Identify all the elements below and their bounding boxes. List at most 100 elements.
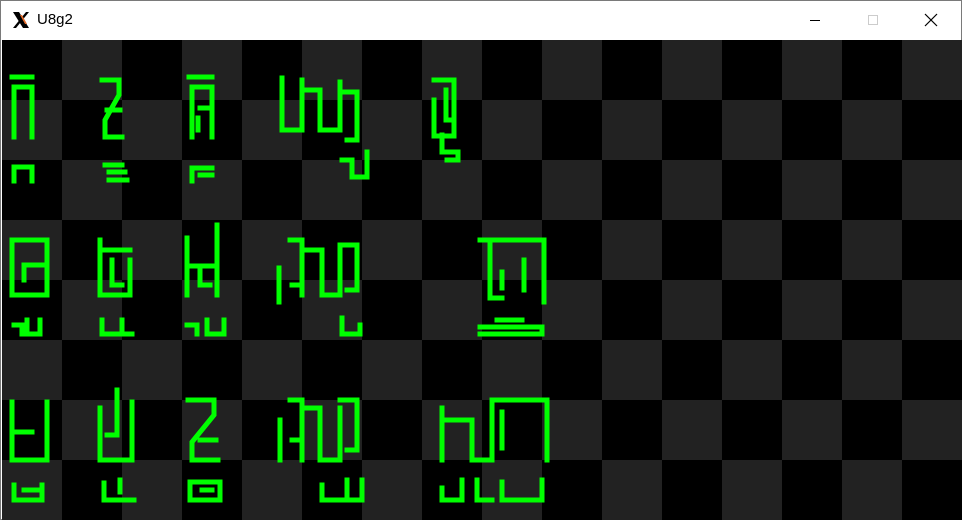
checker-cell xyxy=(242,280,302,340)
checker-cell xyxy=(542,40,602,100)
checker-cell xyxy=(602,280,662,340)
checker-cell xyxy=(842,340,902,400)
checker-cell xyxy=(722,280,782,340)
checker-cell xyxy=(842,160,902,220)
checker-cell xyxy=(482,460,542,520)
checker-cell xyxy=(542,280,602,340)
checker-cell xyxy=(542,160,602,220)
minimize-button[interactable] xyxy=(792,1,838,39)
x-logo-icon xyxy=(13,12,29,28)
checker-cell xyxy=(902,100,962,160)
checker-cell xyxy=(62,400,122,460)
checker-cell xyxy=(722,400,782,460)
checker-cell xyxy=(602,100,662,160)
checker-cell xyxy=(662,400,722,460)
checker-cell xyxy=(2,340,62,400)
checker-cell xyxy=(782,40,842,100)
checker-cell xyxy=(542,340,602,400)
checker-cell xyxy=(722,340,782,400)
checker-cell xyxy=(782,220,842,280)
checker-cell xyxy=(722,160,782,220)
checker-cell xyxy=(902,460,962,520)
checker-cell xyxy=(542,400,602,460)
checker-cell xyxy=(782,400,842,460)
checker-cell xyxy=(662,220,722,280)
checker-cell xyxy=(422,340,482,400)
maximize-button[interactable] xyxy=(850,1,896,39)
checker-cell xyxy=(362,400,422,460)
checker-cell xyxy=(122,460,182,520)
checker-cell xyxy=(482,160,542,220)
checker-cell xyxy=(362,220,422,280)
checker-cell xyxy=(602,160,662,220)
checker-cell xyxy=(662,280,722,340)
checker-cell xyxy=(482,340,542,400)
checker-cell xyxy=(422,460,482,520)
checker-cell xyxy=(242,220,302,280)
checker-cell xyxy=(782,160,842,220)
checker-cell xyxy=(482,40,542,100)
checker-cell xyxy=(62,160,122,220)
checker-cell xyxy=(242,40,302,100)
close-icon xyxy=(924,13,938,27)
checker-cell xyxy=(62,460,122,520)
checker-cell xyxy=(602,460,662,520)
checker-cell xyxy=(362,340,422,400)
checker-cell xyxy=(182,280,242,340)
checker-cell xyxy=(602,220,662,280)
checker-cell xyxy=(842,100,902,160)
checker-cell xyxy=(362,460,422,520)
checker-cell xyxy=(842,220,902,280)
checkerboard-background xyxy=(2,40,962,520)
checker-cell xyxy=(182,220,242,280)
checker-cell xyxy=(122,340,182,400)
checker-cell xyxy=(902,280,962,340)
checker-cell xyxy=(902,220,962,280)
checker-cell xyxy=(842,40,902,100)
checker-cell xyxy=(302,340,362,400)
checker-cell xyxy=(482,100,542,160)
checker-cell xyxy=(782,460,842,520)
checker-cell xyxy=(602,340,662,400)
checker-cell xyxy=(842,460,902,520)
close-button[interactable] xyxy=(908,1,954,39)
checker-cell xyxy=(902,40,962,100)
checker-cell xyxy=(122,100,182,160)
checker-cell xyxy=(542,100,602,160)
checker-cell xyxy=(662,460,722,520)
checker-cell xyxy=(242,460,302,520)
checker-cell xyxy=(122,160,182,220)
checker-cell xyxy=(902,160,962,220)
checker-cell xyxy=(62,280,122,340)
checker-cell xyxy=(422,160,482,220)
glyph-row1-2-sub xyxy=(102,162,130,183)
checker-cell xyxy=(662,340,722,400)
checker-cell xyxy=(722,100,782,160)
checker-cell xyxy=(302,460,362,520)
checker-cell xyxy=(782,340,842,400)
checker-cell xyxy=(422,280,482,340)
checker-cell xyxy=(542,220,602,280)
checker-cell xyxy=(902,340,962,400)
checker-cell xyxy=(122,40,182,100)
checker-cell xyxy=(782,280,842,340)
app-window: U8g2 xyxy=(0,0,962,520)
checker-cell xyxy=(662,40,722,100)
checker-cell xyxy=(602,400,662,460)
checker-cell xyxy=(422,220,482,280)
maximize-icon xyxy=(868,15,878,25)
minimize-icon xyxy=(810,20,820,21)
display-canvas[interactable] xyxy=(2,40,962,520)
checker-cell xyxy=(242,340,302,400)
display-surface xyxy=(2,40,962,520)
checker-cell xyxy=(782,100,842,160)
checker-cell xyxy=(362,160,422,220)
checker-cell xyxy=(722,40,782,100)
checker-cell xyxy=(62,40,122,100)
title-bar[interactable]: U8g2 xyxy=(1,1,961,39)
checker-cell xyxy=(842,280,902,340)
checker-cell xyxy=(662,100,722,160)
checker-cell xyxy=(242,400,302,460)
checker-cell xyxy=(662,160,722,220)
window-title: U8g2 xyxy=(37,11,73,28)
